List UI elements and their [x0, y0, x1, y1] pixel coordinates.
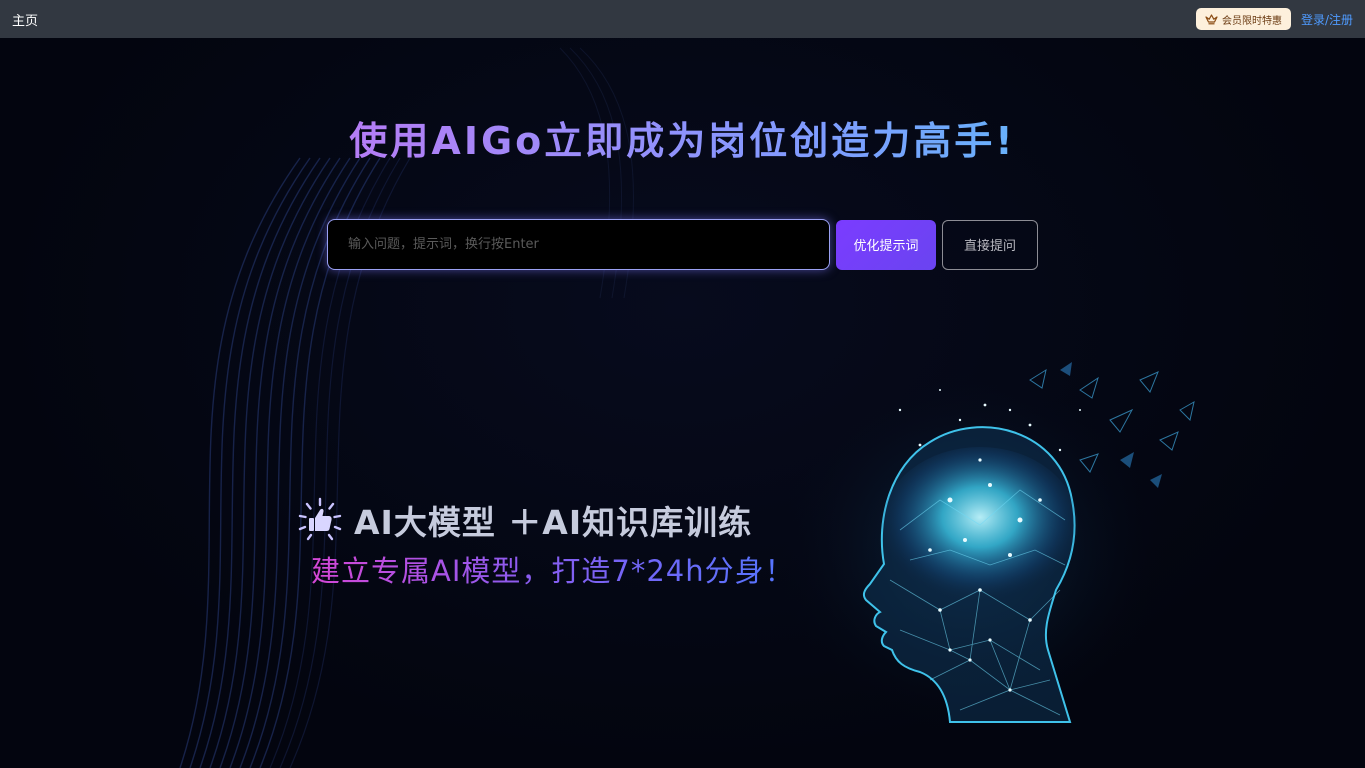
promo-section: AI大模型 ＋AI知识库训练 建立专属AI模型，打造7*24h分身！	[296, 496, 795, 590]
direct-ask-button[interactable]: 直接提问	[942, 219, 1038, 270]
login-register-link[interactable]: 登录/注册	[1301, 11, 1353, 28]
home-link[interactable]: 主页	[12, 10, 38, 29]
vip-offer-button[interactable]: 会员限时特惠	[1195, 8, 1291, 30]
promo-subtitle: 建立专属AI模型，打造7*24h分身！	[311, 548, 795, 590]
promo-title-row: AI大模型 ＋AI知识库训练	[296, 496, 795, 544]
page-headline: 使用AIGo立即成为岗位创造力高手!	[0, 110, 1365, 165]
promo-title: AI大模型 ＋AI知识库训练	[354, 503, 753, 542]
prompt-input[interactable]	[327, 219, 830, 270]
optimize-prompt-button[interactable]: 优化提示词	[836, 219, 936, 270]
prompt-bar: 优化提示词 直接提问	[327, 219, 1038, 270]
ai-brain-head-icon	[780, 362, 1195, 735]
vip-offer-label: 会员限时特惠	[1221, 15, 1282, 27]
page: 主页 会员限时特惠 登录/注册 使用AIGo立即成为岗位创造力高手! 输入问题，…	[0, 0, 1365, 768]
top-bar: 主页 会员限时特惠 登录/注册	[0, 0, 1365, 38]
crown-icon	[1205, 13, 1218, 25]
thumbs-up-icon	[296, 496, 344, 544]
topbar-actions: 会员限时特惠 登录/注册	[1195, 8, 1353, 30]
